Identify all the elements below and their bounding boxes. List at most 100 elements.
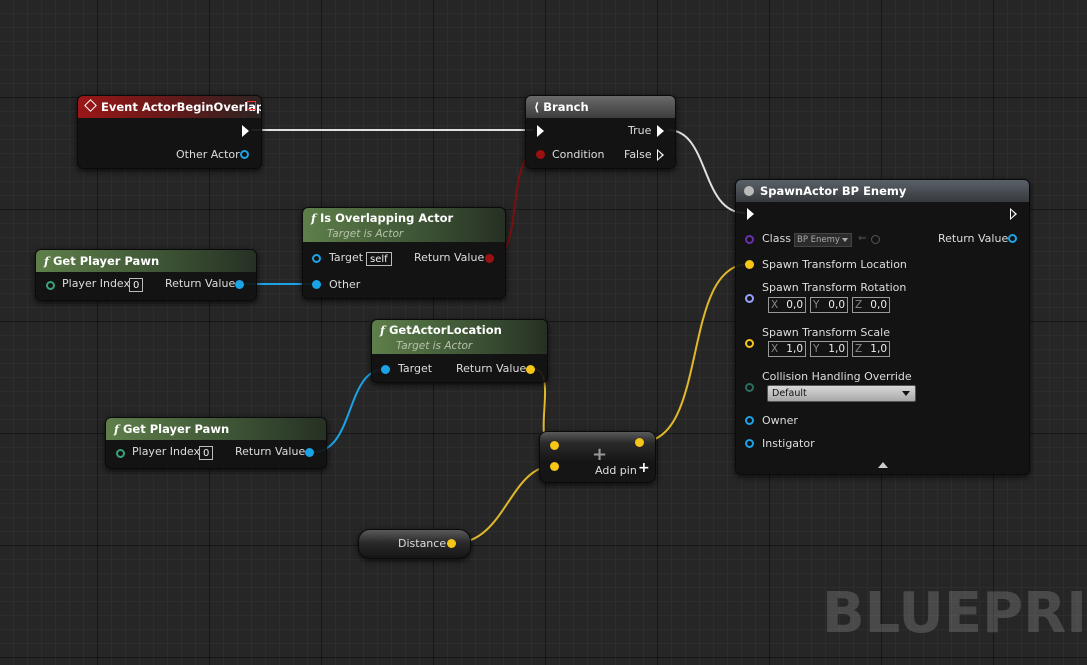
player-index-label: Player Index bbox=[132, 445, 201, 458]
axis-label: Z bbox=[855, 343, 863, 355]
player-index-pin[interactable] bbox=[46, 281, 55, 290]
event-diamond-icon bbox=[84, 99, 97, 112]
add-input-a-pin[interactable] bbox=[550, 441, 559, 450]
chevron-down-icon bbox=[902, 391, 910, 396]
true-exec-pin[interactable] bbox=[657, 125, 664, 137]
class-value: BP Enemy bbox=[797, 235, 840, 245]
target-label: Target bbox=[329, 251, 364, 264]
branch-node[interactable]: ⟨ Branch True Condition False bbox=[525, 95, 676, 169]
add-pin-label[interactable]: Add pin bbox=[595, 464, 637, 477]
node-title: GetActorLocation bbox=[388, 323, 502, 337]
scale-x-field[interactable]: X 1,0 bbox=[768, 341, 806, 357]
return-value-label: Return Value bbox=[938, 232, 1009, 245]
distance-label: Distance bbox=[398, 537, 447, 550]
return-value-pin[interactable] bbox=[1008, 234, 1017, 243]
node-title: SpawnActor BP Enemy bbox=[760, 184, 907, 198]
exec-out-pin[interactable] bbox=[242, 125, 249, 137]
function-icon: f bbox=[311, 211, 316, 225]
other-label: Other bbox=[329, 278, 361, 291]
false-label: False bbox=[624, 148, 652, 161]
node-header: SpawnActor BP Enemy bbox=[736, 180, 1029, 202]
node-title: Is Overlapping Actor bbox=[319, 211, 454, 225]
node-title: Branch bbox=[543, 100, 589, 114]
collision-pin[interactable] bbox=[745, 383, 754, 392]
is-overlapping-actor-node[interactable]: f Is Overlapping Actor Target is Actor Ta… bbox=[302, 207, 506, 299]
node-title: Event ActorBeginOverlap bbox=[101, 100, 261, 114]
exec-in-pin[interactable] bbox=[537, 125, 544, 137]
spawn-location-pin[interactable] bbox=[745, 260, 754, 269]
player-index-field[interactable]: 0 bbox=[129, 278, 144, 292]
add-pin-plus-icon[interactable]: + bbox=[638, 460, 650, 476]
spawn-scale-pin[interactable] bbox=[745, 339, 754, 348]
collapse-advanced-icon[interactable] bbox=[878, 462, 888, 468]
event-actor-begin-overlap-node[interactable]: Event ActorBeginOverlap Other Actor bbox=[77, 95, 262, 169]
browse-search-icon[interactable] bbox=[871, 235, 880, 244]
node-title: Get Player Pawn bbox=[122, 422, 230, 436]
return-value-label: Return Value bbox=[165, 277, 236, 290]
scale-y-field[interactable]: Y 1,0 bbox=[810, 341, 848, 357]
return-value-pin[interactable] bbox=[485, 254, 494, 263]
other-pin[interactable] bbox=[312, 280, 321, 289]
chevron-down-icon bbox=[842, 238, 848, 242]
owner-pin[interactable] bbox=[745, 416, 754, 425]
node-header: Event ActorBeginOverlap bbox=[78, 96, 261, 118]
target-pin[interactable] bbox=[381, 365, 390, 374]
target-label: Target bbox=[398, 362, 433, 375]
node-title: Get Player Pawn bbox=[52, 254, 160, 268]
spawn-actor-icon bbox=[744, 186, 754, 196]
get-player-pawn-node-2[interactable]: f Get Player Pawn Player Index 0 Return V… bbox=[105, 417, 327, 469]
return-value-label: Return Value bbox=[414, 251, 485, 264]
get-actor-location-node[interactable]: f GetActorLocation Target is Actor Target… bbox=[371, 319, 548, 383]
spawn-rotation-label: Spawn Transform Rotation bbox=[762, 281, 907, 294]
return-value-label: Return Value bbox=[456, 362, 527, 375]
collision-dropdown[interactable]: Default bbox=[767, 385, 916, 402]
target-self-field[interactable]: self bbox=[366, 252, 392, 266]
rotation-z-field[interactable]: Z 0,0 bbox=[852, 297, 890, 313]
spawn-scale-label: Spawn Transform Scale bbox=[762, 326, 890, 339]
spawn-location-label: Spawn Transform Location bbox=[762, 258, 907, 271]
get-player-pawn-node[interactable]: f Get Player Pawn Player Index 0 Return V… bbox=[35, 249, 257, 301]
node-header: f Is Overlapping Actor Target is Actor bbox=[303, 208, 505, 242]
return-value-pin[interactable] bbox=[526, 365, 535, 374]
other-actor-pin[interactable] bbox=[240, 150, 249, 159]
return-value-pin[interactable] bbox=[305, 448, 314, 457]
add-input-b-pin[interactable] bbox=[550, 462, 559, 471]
player-index-pin[interactable] bbox=[116, 449, 125, 458]
scale-z-field[interactable]: Z 1,0 bbox=[852, 341, 890, 357]
rotation-y-field[interactable]: Y 0,0 bbox=[810, 297, 848, 313]
class-pin[interactable] bbox=[745, 235, 754, 244]
vector-wire-add-spawn bbox=[640, 263, 750, 443]
add-output-pin[interactable] bbox=[635, 438, 644, 447]
other-actor-label: Other Actor bbox=[176, 148, 240, 161]
add-vector-node[interactable]: + Add pin + bbox=[539, 431, 656, 483]
exec-out-pin[interactable] bbox=[1010, 208, 1017, 220]
node-header: f GetActorLocation Target is Actor bbox=[372, 320, 547, 354]
axis-label: Y bbox=[813, 343, 820, 355]
exec-in-pin[interactable] bbox=[747, 208, 754, 220]
scale-y-value: 1,0 bbox=[828, 343, 845, 355]
node-header: f Get Player Pawn bbox=[36, 250, 256, 272]
delegate-pin-icon[interactable] bbox=[247, 101, 256, 110]
instigator-label: Instigator bbox=[762, 437, 815, 450]
spawn-actor-node[interactable]: SpawnActor BP Enemy Class BP Enemy ⇐ Ret… bbox=[735, 179, 1030, 475]
rotation-z-value: 0,0 bbox=[870, 299, 887, 311]
false-exec-pin[interactable] bbox=[657, 149, 664, 161]
use-selected-arrow-icon[interactable]: ⇐ bbox=[858, 233, 866, 244]
function-icon: f bbox=[114, 422, 119, 436]
spawn-rotation-pin[interactable] bbox=[745, 294, 754, 303]
class-dropdown[interactable]: BP Enemy bbox=[794, 233, 852, 247]
rotation-y-value: 0,0 bbox=[828, 299, 845, 311]
return-value-pin[interactable] bbox=[235, 280, 244, 289]
axis-label: Y bbox=[813, 299, 820, 311]
branch-icon: ⟨ bbox=[534, 100, 540, 114]
distance-variable-node[interactable]: Distance bbox=[358, 529, 471, 559]
node-header: ⟨ Branch bbox=[526, 96, 675, 118]
exec-wire-branch-spawn bbox=[667, 129, 746, 214]
rotation-x-field[interactable]: X 0,0 bbox=[768, 297, 806, 313]
condition-pin[interactable] bbox=[536, 150, 545, 159]
player-index-field[interactable]: 0 bbox=[199, 446, 214, 460]
target-pin[interactable] bbox=[312, 254, 321, 263]
instigator-pin[interactable] bbox=[745, 439, 754, 448]
distance-output-pin[interactable] bbox=[447, 539, 456, 548]
class-label: Class bbox=[762, 232, 791, 245]
